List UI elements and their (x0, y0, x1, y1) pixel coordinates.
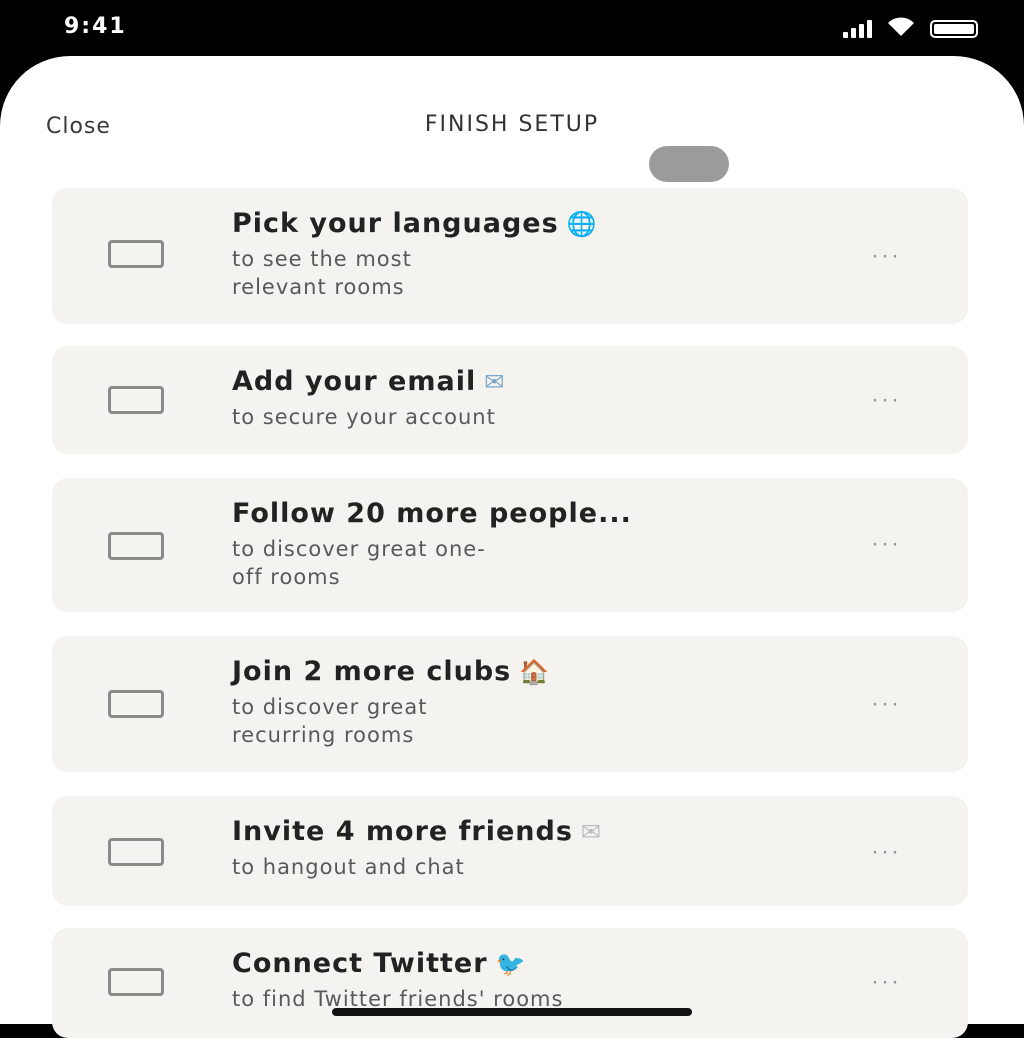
task-subtitle: to discover great recurring rooms (232, 695, 428, 747)
more-options-button[interactable]: ··· (866, 840, 906, 864)
globe-icon: 🌐 (566, 210, 598, 238)
drag-handle[interactable] (649, 146, 729, 182)
task-title: Join 2 more clubs 🏠 (232, 656, 551, 687)
task-title: Follow 20 more people... (232, 498, 632, 529)
task-subtitle: to discover great one- off rooms (232, 537, 486, 589)
task-title: Connect Twitter 🐦 (232, 948, 527, 979)
home-indicator (332, 1008, 692, 1016)
task-checkbox[interactable] (108, 968, 164, 996)
task-checkbox[interactable] (108, 240, 164, 268)
envelope-icon: ✉ (580, 818, 602, 846)
sheet-title: FINISH SETUP (424, 112, 600, 137)
task-card-twitter[interactable]: Connect Twitter 🐦 to find Twitter friends… (52, 928, 968, 1038)
status-icons (843, 16, 978, 38)
task-subtitle: to hangout and chat (232, 855, 465, 879)
task-checkbox[interactable] (108, 532, 164, 560)
envelope-icon: ✉ (484, 368, 506, 396)
more-options-button[interactable]: ··· (866, 244, 906, 268)
task-card-invite[interactable]: Invite 4 more friends ✉ to hangout and ch… (52, 796, 968, 906)
task-card-clubs[interactable]: Join 2 more clubs 🏠 to discover great rec… (52, 636, 968, 772)
task-card-languages[interactable]: Pick your languages 🌐 to see the most rel… (52, 188, 968, 324)
status-time: 9:41 (64, 14, 127, 39)
task-title: Add your email ✉ (232, 366, 506, 397)
task-card-email[interactable]: Add your email ✉ to secure your account ·… (52, 346, 968, 454)
more-options-button[interactable]: ··· (866, 532, 906, 556)
task-checkbox[interactable] (108, 386, 164, 414)
bird-icon: 🐦 (495, 950, 527, 978)
battery-icon (930, 20, 978, 38)
cellular-signal-icon (843, 18, 872, 38)
task-checkbox[interactable] (108, 690, 164, 718)
house-icon: 🏠 (519, 658, 551, 686)
task-subtitle: to secure your account (232, 405, 496, 429)
more-options-button[interactable]: ··· (866, 388, 906, 412)
finish-setup-sheet: Close FINISH SETUP Pick your languages 🌐 … (0, 56, 1024, 1038)
task-title: Invite 4 more friends ✉ (232, 816, 602, 847)
more-options-button[interactable]: ··· (866, 970, 906, 994)
wifi-icon (888, 17, 914, 36)
task-checkbox[interactable] (108, 838, 164, 866)
status-bar: 9:41 (0, 0, 1024, 60)
task-subtitle: to see the most relevant rooms (232, 247, 412, 299)
task-card-follow[interactable]: Follow 20 more people... to discover gre… (52, 478, 968, 612)
task-title: Pick your languages 🌐 (232, 208, 598, 239)
more-options-button[interactable]: ··· (866, 692, 906, 716)
